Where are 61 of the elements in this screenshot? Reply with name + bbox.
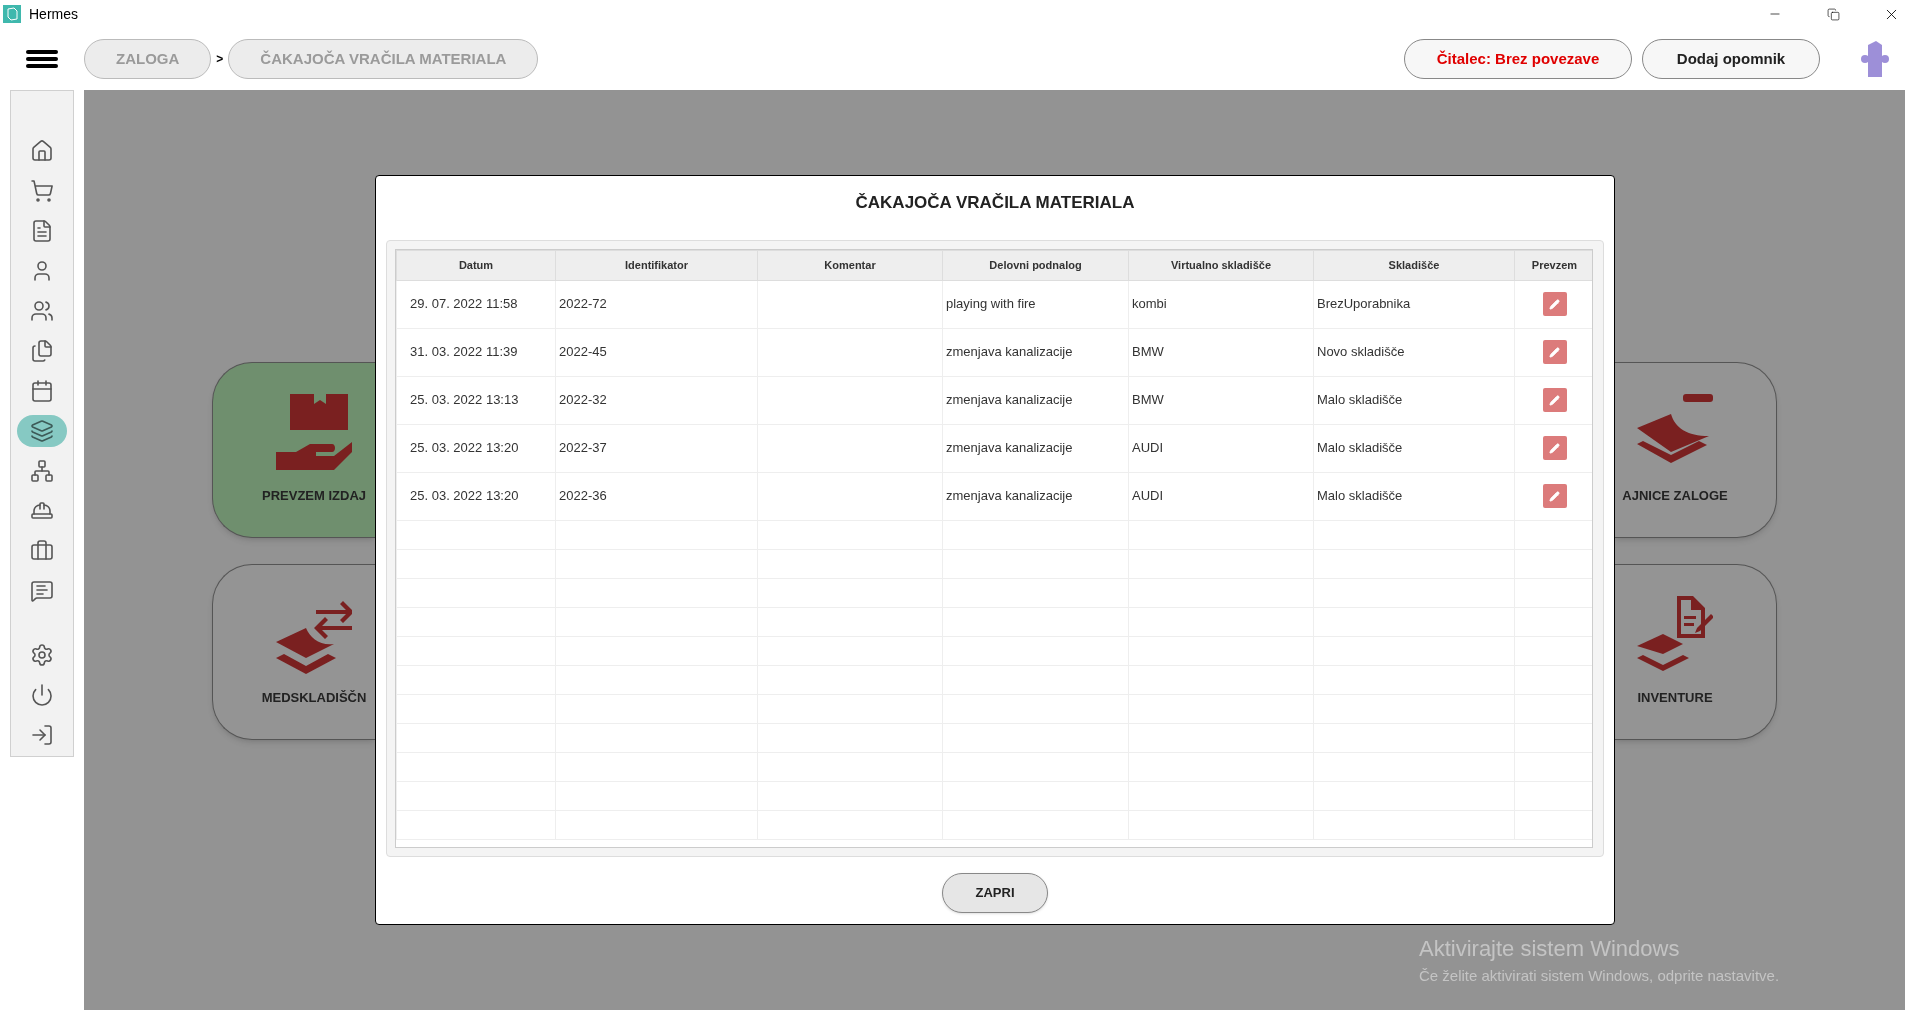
menu-tile[interactable]: PREVZEM IZDAJ: [212, 362, 375, 538]
reminder-button[interactable]: Dodaj opomnik: [1642, 39, 1820, 79]
table-cell: zmenjava kanalizacije: [942, 472, 1129, 520]
close-dialog-button[interactable]: ZAPRI: [942, 872, 1048, 913]
table-cell: BMW: [1128, 376, 1314, 424]
menu-button[interactable]: [26, 47, 58, 71]
table-cell: Malo skladišče: [1313, 424, 1515, 472]
pencil-icon: [1549, 490, 1560, 502]
column-header: Delovni podnalog: [942, 250, 1129, 280]
table-cell: AUDI: [1128, 424, 1314, 472]
pencil-icon: [1549, 346, 1560, 358]
column-header: Skladišče: [1313, 250, 1515, 280]
tile-label: MEDSKLADIŠČN: [261, 689, 367, 708]
table-cell: 25. 03. 2022 13:20: [396, 472, 556, 520]
table-cell: kombi: [1128, 280, 1314, 328]
table-cell: playing with fire: [942, 280, 1129, 328]
table-cell: 29. 07. 2022 11:58: [396, 280, 556, 328]
table-cell: BMW: [1128, 328, 1314, 376]
pencil-icon: [1549, 298, 1560, 310]
edit-button[interactable]: [1542, 292, 1567, 316]
column-header: Virtualno skladišče: [1128, 250, 1314, 280]
table-cell: 25. 03. 2022 13:20: [396, 424, 556, 472]
column-header: Prevzem: [1514, 250, 1592, 280]
table-cell: 2022-36: [555, 472, 758, 520]
edit-button[interactable]: [1542, 340, 1567, 364]
edit-button[interactable]: [1542, 484, 1567, 508]
table-cell: 2022-37: [555, 424, 758, 472]
table-cell: Malo skladišče: [1313, 376, 1515, 424]
menu-tile[interactable]: MEDSKLADIŠČN: [212, 564, 375, 740]
column-header: Komentar: [757, 250, 943, 280]
avatar-icon: [1860, 39, 1890, 79]
table-cell: 2022-45: [555, 328, 758, 376]
restore-icon: [1826, 7, 1840, 21]
menu-tile[interactable]: INVENTURE: [1614, 564, 1777, 740]
table-cell: 25. 03. 2022 13:13: [396, 376, 556, 424]
table-cell: 31. 03. 2022 11:39: [396, 328, 556, 376]
tile-label: INVENTURE: [1637, 689, 1713, 708]
pencil-icon: [1549, 442, 1560, 454]
table-cell: zmenjava kanalizacije: [942, 376, 1129, 424]
table-cell: 2022-32: [555, 376, 758, 424]
reader-status-button[interactable]: Čitalec: Brez povezave: [1404, 39, 1632, 79]
breadcrumb-separator: >: [216, 51, 224, 68]
table-cell: BrezUporabnika: [1313, 280, 1515, 328]
layers-icon[interactable]: [17, 415, 67, 447]
table-cell: Malo skladišče: [1313, 472, 1515, 520]
tile-label: PREVZEM IZDAJ: [262, 487, 366, 506]
table-cell: Novo skladišče: [1313, 328, 1515, 376]
edit-button[interactable]: [1542, 388, 1567, 412]
window-title: Hermes: [29, 4, 78, 24]
edit-button[interactable]: [1542, 436, 1567, 460]
table-cell: zmenjava kanalizacije: [942, 424, 1129, 472]
table-cell: zmenjava kanalizacije: [942, 328, 1129, 376]
column-header: Datum: [396, 250, 556, 280]
table-cell: 2022-72: [555, 280, 758, 328]
menu-tile[interactable]: AJNICE ZALOGE: [1614, 362, 1777, 538]
dialog-title: ČAKAJOČA VRAČILA MATERIALA: [855, 192, 1135, 214]
column-header: Identifikator: [555, 250, 758, 280]
table-cell: AUDI: [1128, 472, 1314, 520]
app-logo-icon: [3, 5, 21, 23]
pencil-icon: [1549, 394, 1560, 406]
tile-label: AJNICE ZALOGE: [1622, 487, 1728, 506]
